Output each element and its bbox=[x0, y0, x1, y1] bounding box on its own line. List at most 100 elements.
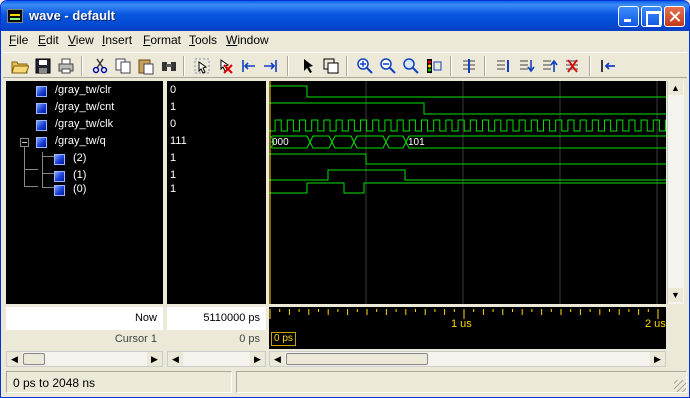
scroll-thumb[interactable] bbox=[286, 353, 428, 365]
scroll-left-icon[interactable]: ◀ bbox=[7, 352, 22, 366]
paste-icon[interactable] bbox=[137, 57, 155, 75]
close-button[interactable] bbox=[664, 6, 685, 27]
signal-values-pane: 0 1 0 111 1 1 1 bbox=[167, 81, 266, 304]
now-value-cell: 5110000 ps bbox=[167, 307, 266, 330]
wave-q2 bbox=[269, 153, 666, 165]
wave-q0 bbox=[269, 182, 666, 194]
menu-view[interactable]: View bbox=[68, 33, 94, 47]
zoom-mode-icon[interactable] bbox=[322, 57, 340, 75]
zoom-out-icon[interactable] bbox=[379, 57, 397, 75]
menu-window[interactable]: Window bbox=[226, 33, 269, 47]
resize-grip[interactable] bbox=[674, 380, 686, 392]
scroll-right-icon[interactable]: ▶ bbox=[250, 352, 265, 366]
previous-edge-icon[interactable] bbox=[239, 57, 257, 75]
scroll-left-icon[interactable]: ◀ bbox=[168, 352, 183, 366]
waveform-canvas[interactable]: 000 101 bbox=[269, 81, 666, 304]
now-label: Now bbox=[134, 312, 157, 324]
menu-edit[interactable]: Edit bbox=[38, 33, 59, 47]
scroll-left-icon[interactable]: ◀ bbox=[270, 352, 285, 366]
toolbar-separator bbox=[81, 56, 83, 76]
format-icon-2[interactable] bbox=[517, 57, 535, 75]
names-horizontal-scrollbar[interactable]: ◀ ▶ bbox=[6, 351, 163, 367]
find-icon[interactable] bbox=[160, 57, 178, 75]
now-value: 5110000 ps bbox=[203, 312, 260, 324]
format-icon-3[interactable] bbox=[540, 57, 558, 75]
tree-line bbox=[24, 142, 25, 187]
menu-format[interactable]: Format bbox=[143, 33, 181, 47]
toolbar-separator bbox=[287, 56, 289, 76]
save-icon[interactable] bbox=[34, 57, 52, 75]
waveform-pane[interactable]: 000 101 bbox=[269, 81, 666, 304]
signal-name-clr[interactable]: /gray_tw/clr bbox=[55, 84, 111, 96]
maximize-button[interactable] bbox=[641, 6, 662, 27]
zoom-full-icon[interactable] bbox=[402, 57, 420, 75]
minimize-button[interactable] bbox=[618, 6, 639, 27]
signal-icon bbox=[36, 86, 47, 97]
tree-line bbox=[24, 186, 38, 187]
time-ruler[interactable]: 1 us 2 us 0 ps bbox=[269, 307, 666, 349]
wave-horizontal-scrollbar[interactable]: ◀ ▶ bbox=[269, 351, 666, 367]
signal-value-q2: 1 bbox=[170, 152, 177, 164]
signal-icon bbox=[36, 120, 47, 131]
menu-insert[interactable]: Insert bbox=[102, 33, 132, 47]
vertical-scrollbar[interactable]: ▲ ▼ bbox=[667, 81, 684, 304]
format-icon-1[interactable] bbox=[494, 57, 512, 75]
toolbar-separator bbox=[183, 56, 185, 76]
toolbar-separator bbox=[589, 56, 591, 76]
cut-icon[interactable] bbox=[91, 57, 109, 75]
tree-line bbox=[42, 156, 54, 157]
wave-q-bus bbox=[270, 135, 666, 149]
scroll-right-icon[interactable]: ▶ bbox=[147, 352, 162, 366]
signal-name-clk[interactable]: /gray_tw/clk bbox=[55, 118, 113, 130]
copy-icon[interactable] bbox=[114, 57, 132, 75]
zoom-in-icon[interactable] bbox=[356, 57, 374, 75]
print-icon[interactable] bbox=[57, 57, 75, 75]
bus-label-first: 000 bbox=[272, 137, 289, 148]
toolbar-separator bbox=[484, 56, 486, 76]
signal-value-q1: 1 bbox=[170, 169, 177, 181]
pointer-icon[interactable] bbox=[299, 57, 317, 75]
signal-value-cnt: 1 bbox=[170, 101, 177, 113]
tree-line bbox=[24, 169, 38, 170]
tick-label-2us: 2 us bbox=[645, 318, 666, 330]
signal-name-q2[interactable]: (2) bbox=[73, 152, 86, 164]
wave-clk bbox=[269, 119, 666, 132]
scroll-up-icon[interactable]: ▲ bbox=[668, 81, 683, 95]
menu-file[interactable]: File bbox=[9, 33, 28, 47]
cursor-label[interactable]: Cursor 1 bbox=[115, 333, 157, 345]
wave-q1 bbox=[269, 169, 666, 181]
signal-value-q0: 1 bbox=[170, 183, 177, 195]
zoom-cursor-icon[interactable] bbox=[425, 57, 443, 75]
cursor-time-tag[interactable]: 0 ps bbox=[271, 332, 296, 346]
title-bar[interactable]: wave - default bbox=[1, 1, 689, 31]
delete-cursor-icon[interactable] bbox=[216, 57, 234, 75]
signal-icon bbox=[54, 171, 65, 182]
wave-clr bbox=[269, 85, 666, 98]
wave-app-icon bbox=[7, 9, 23, 23]
insert-divider-icon[interactable] bbox=[460, 57, 478, 75]
wave-window: wave - default File Edit View Insert For… bbox=[0, 0, 690, 398]
signal-name-q[interactable]: /gray_tw/q bbox=[55, 135, 106, 147]
signal-value-clk: 0 bbox=[170, 118, 177, 130]
window-title: wave - default bbox=[29, 8, 115, 23]
restart-icon[interactable] bbox=[599, 57, 617, 75]
wave-cnt bbox=[269, 102, 666, 115]
scroll-thumb[interactable] bbox=[23, 353, 45, 365]
scroll-right-icon[interactable]: ▶ bbox=[650, 352, 665, 366]
signal-name-q0[interactable]: (0) bbox=[73, 183, 86, 195]
format-icon-4[interactable] bbox=[563, 57, 581, 75]
next-edge-icon[interactable] bbox=[262, 57, 280, 75]
signal-name-cnt[interactable]: /gray_tw/cnt bbox=[55, 101, 114, 113]
bus-icon bbox=[36, 137, 47, 148]
bus-label-last: 101 bbox=[408, 137, 425, 148]
select-icon[interactable] bbox=[193, 57, 211, 75]
collapse-q-icon[interactable] bbox=[20, 138, 29, 147]
status-empty-cell bbox=[236, 371, 687, 393]
tree-line bbox=[42, 173, 54, 174]
toolbar-separator bbox=[450, 56, 452, 76]
open-icon[interactable] bbox=[11, 57, 29, 75]
signal-name-q1[interactable]: (1) bbox=[73, 169, 86, 181]
scroll-down-icon[interactable]: ▼ bbox=[668, 288, 683, 302]
values-horizontal-scrollbar[interactable]: ◀ ▶ bbox=[167, 351, 266, 367]
menu-tools[interactable]: Tools bbox=[189, 33, 217, 47]
